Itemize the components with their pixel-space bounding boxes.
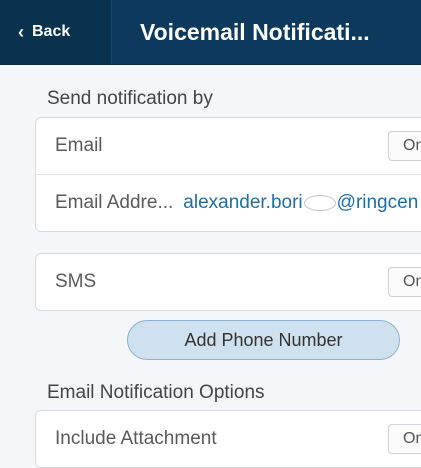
page-title: Voicemail Notificati... [140,18,370,45]
email-toggle[interactable]: On [388,131,421,161]
redaction-mark [303,194,336,211]
back-label: Back [32,23,71,40]
email-address-value-start: alexander.bori [183,192,303,213]
email-address-value[interactable]: alexander.bori @ringcen [183,192,418,214]
include-attachment-label: Include Attachment [55,428,217,449]
voicemail-notifications-screen: ‹ Back Voicemail Notificati... Send noti… [0,0,421,468]
sms-card: SMS On [35,253,421,311]
send-notification-label: Send notification by [47,88,213,109]
email-card: Email On Email Addre... alexander.bori @r… [35,117,421,232]
back-button[interactable]: ‹ Back [0,0,112,64]
email-label: Email [55,135,103,156]
email-address-row[interactable]: Email Addre... alexander.bori @ringcen [36,175,421,231]
include-attachment-row[interactable]: Include Attachment On [36,411,421,467]
email-options-card: Include Attachment On [35,410,421,468]
include-attachment-toggle[interactable]: On [388,424,421,454]
email-row[interactable]: Email On [36,118,421,175]
header-bar: ‹ Back Voicemail Notificati... [0,0,421,65]
sms-toggle[interactable]: On [388,267,421,297]
email-address-label: Email Addre... [55,192,174,213]
email-address-value-end: @ringcen [336,192,419,213]
sms-row[interactable]: SMS On [36,254,421,310]
sms-label: SMS [55,271,97,292]
chevron-left-icon: ‹ [18,22,24,42]
email-notification-options-label: Email Notification Options [47,382,265,403]
add-phone-number-button[interactable]: Add Phone Number [127,320,400,360]
